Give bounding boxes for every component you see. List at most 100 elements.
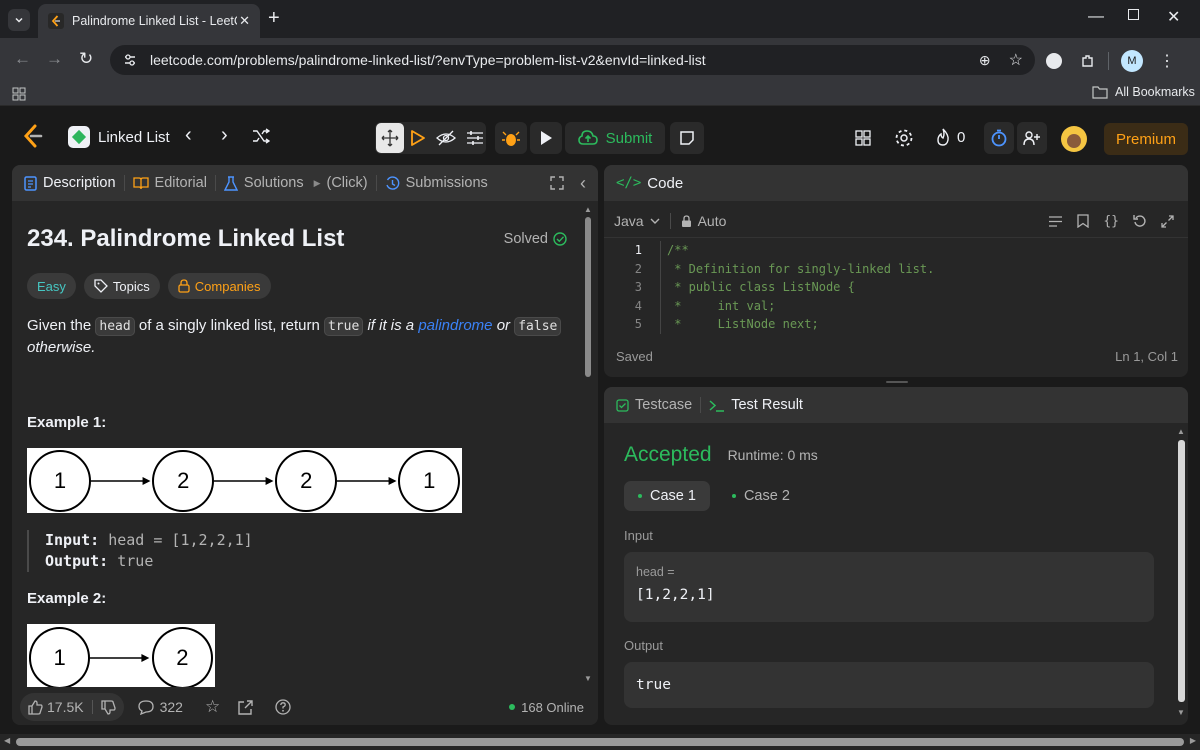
tab-testcase-label: Testcase — [635, 397, 693, 413]
bookmark-icon[interactable] — [1077, 214, 1089, 228]
like-button[interactable]: 17.5K — [28, 699, 84, 715]
hide-icon[interactable] — [436, 130, 456, 146]
case-2-tab[interactable]: Case 2 — [718, 481, 804, 511]
code-editor[interactable]: 1/** 2 * Definition for singly-linked li… — [604, 241, 1188, 334]
profile-avatar[interactable]: M — [1121, 50, 1143, 72]
tab-submissions[interactable]: Submissions — [385, 175, 488, 191]
notes-button[interactable] — [670, 122, 704, 154]
share-icon[interactable] — [238, 699, 253, 715]
description-scrollbar[interactable]: ▲ ▼ — [584, 205, 592, 683]
arrow-icon — [214, 476, 274, 485]
leetcode-navbar: Linked List ‹ › Submit 0 Premium — [0, 106, 1200, 164]
difficulty-badge[interactable]: Easy — [27, 273, 76, 299]
comments-button[interactable]: 322 — [137, 699, 183, 715]
language-select[interactable]: Java — [614, 213, 660, 229]
arrow-icon — [337, 476, 397, 485]
result-scrollbar[interactable]: ▲ ▼ — [1176, 427, 1186, 717]
tab-editorial[interactable]: Editorial — [132, 175, 207, 191]
tab-search-button[interactable] — [8, 9, 30, 31]
case-1-tab[interactable]: Case 1 — [624, 481, 710, 511]
apps-grid-icon[interactable] — [12, 87, 26, 101]
browser-tab[interactable]: Palindrome Linked List - LeetCode ✕ — [38, 4, 260, 38]
code-line: 4 * int val; — [604, 296, 1188, 315]
close-window-icon[interactable]: ✕ — [1167, 7, 1180, 27]
site-info-icon[interactable] — [122, 52, 138, 68]
companies-tag[interactable]: Companies — [167, 273, 271, 299]
streak-count: 0 — [957, 128, 966, 146]
close-tab-icon[interactable]: ✕ — [239, 13, 250, 29]
add-user-icon — [1023, 131, 1040, 146]
address-bar[interactable]: leetcode.com/problems/palindrome-linked-… — [110, 45, 1035, 75]
bookmark-star-icon[interactable]: ☆ — [1009, 50, 1023, 70]
tab-click-label[interactable]: (Click) — [327, 175, 368, 191]
desc-text: of a singly linked list, return — [138, 317, 320, 334]
tab-description-label: Description — [43, 175, 116, 191]
invite-button[interactable] — [1017, 122, 1047, 154]
braces-icon[interactable]: {} — [1103, 214, 1119, 229]
next-problem-icon[interactable]: › — [221, 124, 228, 147]
menu-kebab-icon[interactable]: ⋮ — [1159, 51, 1175, 71]
topics-tag[interactable]: Topics — [83, 273, 160, 299]
play-outline-icon[interactable] — [410, 129, 426, 147]
collapse-panel-icon[interactable]: ‹ — [580, 173, 586, 194]
arrow-icon — [90, 654, 150, 662]
expand-icon[interactable] — [1161, 214, 1174, 228]
ex1-node: 2 — [275, 449, 337, 512]
desc-text: if it is a — [367, 317, 415, 334]
prev-problem-icon[interactable]: ‹ — [185, 124, 192, 147]
input-value: [1,2,2,1] — [636, 587, 715, 603]
favorite-star-icon[interactable]: ☆ — [205, 697, 220, 717]
maximize-icon[interactable] — [1128, 9, 1139, 20]
page-horizontal-scrollbar[interactable]: ◀ ▶ — [0, 734, 1200, 750]
tab-solutions[interactable]: Solutions — [223, 175, 304, 191]
premium-button[interactable]: Premium — [1104, 123, 1188, 155]
back-icon[interactable]: ← — [14, 49, 31, 69]
code-panel: </> Code Java Auto {} 1/** 2 * Definitio… — [604, 165, 1188, 377]
streak-counter[interactable]: 0 — [935, 128, 965, 146]
leetcode-logo-icon[interactable] — [22, 124, 44, 148]
scroll-thumb[interactable] — [1178, 440, 1185, 702]
timer-button[interactable] — [984, 122, 1014, 154]
tab-description[interactable]: Description — [24, 175, 116, 191]
code-line: 2 * Definition for singly-linked list. — [604, 259, 1188, 278]
submit-button[interactable]: Submit — [565, 122, 665, 154]
shuffle-icon[interactable] — [252, 128, 270, 144]
resize-handle[interactable] — [886, 381, 908, 383]
thumbs-down-icon[interactable] — [100, 699, 116, 715]
book-icon — [132, 176, 149, 189]
zoom-icon[interactable]: ⊕ — [979, 52, 991, 69]
layout-icon[interactable] — [855, 130, 871, 146]
tab-testcase[interactable]: Testcase — [616, 397, 692, 413]
extension-icon[interactable] — [1046, 53, 1062, 69]
example2-diagram: 1 2 — [27, 624, 215, 687]
reload-icon[interactable]: ↻ — [79, 49, 93, 69]
all-bookmarks-button[interactable]: All Bookmarks — [1092, 85, 1195, 99]
problem-list-name: Linked List — [98, 128, 170, 146]
likes-count: 17.5K — [47, 699, 84, 715]
user-avatar[interactable] — [1061, 126, 1087, 152]
auto-mode[interactable]: Auto — [681, 213, 726, 229]
move-tool-icon[interactable] — [376, 123, 404, 153]
fullscreen-icon[interactable] — [550, 176, 564, 190]
run-button[interactable] — [530, 122, 562, 154]
description-panel: Description Editorial Solutions ▶ (Click… — [12, 165, 598, 725]
scroll-thumb[interactable] — [16, 738, 1184, 746]
minimize-icon[interactable]: — — [1088, 8, 1104, 26]
sliders-icon[interactable] — [466, 130, 484, 146]
new-tab-icon[interactable]: + — [268, 7, 280, 30]
reset-icon[interactable] — [1133, 214, 1147, 228]
debug-button[interactable] — [495, 122, 527, 154]
format-icon[interactable] — [1048, 215, 1063, 228]
flask-icon — [223, 175, 238, 191]
result-content: Accepted Runtime: 0 ms Case 1 Case 2 Inp… — [624, 443, 1154, 708]
premium-label: Premium — [1115, 130, 1176, 148]
puzzle-icon[interactable] — [1080, 53, 1096, 69]
problem-list-button[interactable]: Linked List — [68, 126, 170, 148]
forward-icon[interactable]: → — [46, 49, 63, 69]
scroll-thumb[interactable] — [585, 217, 591, 377]
settings-gear-icon[interactable] — [894, 128, 914, 148]
tab-test-result[interactable]: Test Result — [709, 397, 803, 413]
palindrome-link[interactable]: palindrome — [418, 317, 492, 334]
desc-text: Given the — [27, 317, 92, 334]
help-icon[interactable] — [275, 699, 291, 715]
